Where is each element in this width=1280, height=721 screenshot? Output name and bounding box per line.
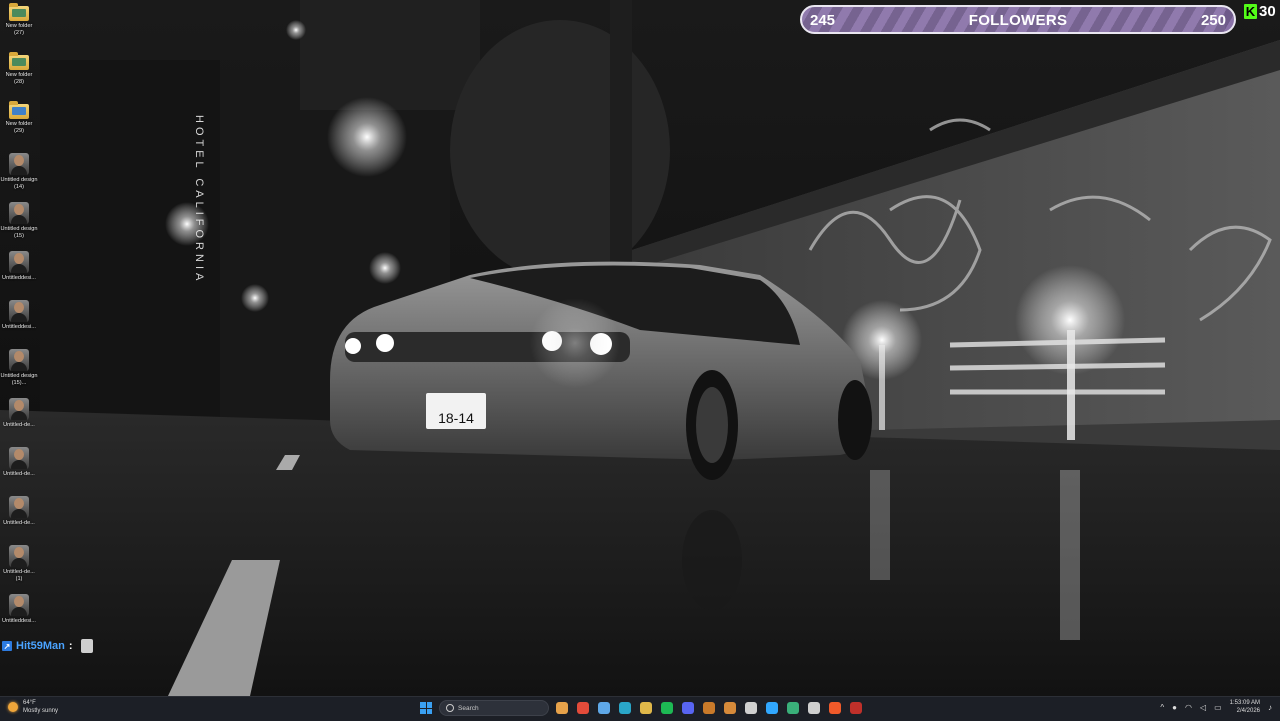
search-placeholder: Search — [458, 704, 479, 712]
desktop-icon[interactable]: Untitled-de... — [0, 494, 38, 527]
portrait-thumbnail-icon — [9, 251, 29, 273]
chat-separator: : — [68, 640, 73, 652]
desktop-icon-label: Untitled design (15)... — [0, 373, 38, 386]
desktop-icon[interactable]: Untitled-de... — [0, 445, 38, 478]
desktop-icon[interactable]: Untitled design (15)... — [0, 347, 38, 387]
follower-goal-bar: 245 FOLLOWERS 250 — [800, 5, 1236, 34]
taskbar-search[interactable]: Search — [439, 700, 549, 716]
kick-logo-icon: K — [1244, 3, 1257, 19]
desktop-wallpaper: HOTEL CALIFORNIA 18-14 — [0, 0, 1280, 696]
portrait-thumbnail-icon — [9, 447, 29, 469]
desktop-icon[interactable]: New folder (27) — [0, 3, 38, 37]
weather-temp: 64°F — [23, 700, 36, 706]
portrait-thumbnail-icon — [9, 153, 29, 175]
desktop-icon-label: New folder (27) — [5, 23, 33, 36]
edge-icon[interactable] — [619, 702, 631, 714]
portrait-thumbnail-icon — [9, 594, 29, 616]
brave-icon[interactable] — [829, 702, 841, 714]
kick-viewer-counter: K 30 — [1244, 2, 1276, 20]
chat-emote-icon — [80, 639, 93, 653]
system-tray: ^ ● ◠ ◁ ▭ 1:53:09 AM 2/4/2026 ♪ — [1160, 699, 1272, 715]
desktop-icon[interactable]: New folder (29) — [0, 101, 38, 135]
microphone-icon[interactable]: ● — [1172, 703, 1177, 712]
app-icon[interactable] — [703, 702, 715, 714]
chat-message: ↗ Hit59Man : — [2, 638, 93, 654]
app-icon[interactable] — [724, 702, 736, 714]
clock-time: 1:53:09 AM — [1229, 700, 1260, 706]
portrait-thumbnail-icon — [9, 496, 29, 518]
desktop-icon[interactable]: Untitled design (15) — [0, 200, 38, 240]
notification-bell-icon[interactable]: ♪ — [1268, 703, 1272, 712]
desktop-icon[interactable]: Untitled-de... (1) — [0, 543, 38, 583]
clock-date: 2/4/2026 — [1236, 708, 1260, 714]
taskbar-clock[interactable]: 1:53:09 AM 2/4/2026 — [1230, 699, 1260, 715]
desktop-icon[interactable]: New folder (28) — [0, 52, 38, 86]
desktop-icon-label: Untitleddesi... — [2, 618, 36, 624]
github-icon[interactable] — [745, 702, 757, 714]
folder-icon — [9, 52, 29, 70]
portrait-thumbnail-icon — [9, 545, 29, 567]
file-explorer-icon[interactable] — [598, 702, 610, 714]
chat-badge-icon: ↗ — [2, 641, 12, 651]
app-icon[interactable] — [787, 702, 799, 714]
wallpaper-scene: HOTEL CALIFORNIA 18-14 — [0, 0, 1280, 696]
follower-goal-label: FOLLOWERS — [968, 12, 1068, 29]
widget-icon[interactable] — [556, 702, 568, 714]
sun-icon — [8, 702, 18, 712]
discord-icon[interactable] — [682, 702, 694, 714]
license-plate-text: 18-14 — [438, 410, 474, 426]
folder-icon — [9, 3, 29, 21]
desktop-icon-label: Untitled-de... — [3, 520, 35, 526]
desktop-icon-label: Untitled-de... — [3, 422, 35, 428]
desktop-icon[interactable]: Untitled design (14) — [0, 151, 38, 191]
desktop-icon-label: Untitled design (14) — [0, 177, 38, 190]
follower-goal-target: 250 — [1200, 12, 1226, 29]
desktop-icon-label: Untitled design (15) — [0, 226, 38, 239]
portrait-thumbnail-icon — [9, 398, 29, 420]
chevron-up-icon[interactable]: ^ — [1160, 703, 1164, 712]
terminal-icon[interactable] — [808, 702, 820, 714]
desktop-icon[interactable]: Untitleddesi... — [0, 298, 38, 331]
taskbar: 64°F Mostly sunny Search ^ ● ◠ ◁ ▭ 1:53:… — [0, 696, 1280, 721]
weather-condition: Mostly sunny — [23, 708, 59, 714]
desktop-icon[interactable]: Untitleddesi... — [0, 249, 38, 282]
desktop-icon-label: Untitleddesi... — [2, 324, 36, 330]
folder-icon[interactable] — [640, 702, 652, 714]
desktop-icon[interactable]: Untitleddesi... — [0, 592, 38, 625]
portrait-thumbnail-icon — [9, 202, 29, 224]
record-icon[interactable] — [850, 702, 862, 714]
pinned-apps — [556, 702, 862, 714]
desktop-icon[interactable]: Untitled-de... — [0, 396, 38, 429]
desktop-icon-label: New folder (28) — [5, 72, 33, 85]
spotify-icon[interactable] — [661, 702, 673, 714]
kick-count: 30 — [1259, 2, 1276, 20]
volume-icon[interactable]: ◁ — [1200, 703, 1206, 712]
hotel-sign-text: HOTEL CALIFORNIA — [193, 115, 205, 284]
folder-icon — [9, 101, 29, 119]
portrait-thumbnail-icon — [9, 300, 29, 322]
desktop-icon-label: Untitled-de... (1) — [3, 569, 35, 582]
weather-widget[interactable]: 64°F Mostly sunny — [8, 699, 58, 715]
desktop-icon-label: Untitleddesi... — [2, 275, 36, 281]
chrome-icon[interactable] — [577, 702, 589, 714]
windows-start-icon[interactable] — [420, 702, 432, 714]
photoshop-icon[interactable] — [766, 702, 778, 714]
desktop-icon-label: Untitled-de... — [3, 471, 35, 477]
taskbar-center: Search — [420, 700, 862, 716]
search-icon — [446, 704, 454, 712]
desktop-icon-label: New folder (29) — [5, 121, 33, 134]
wifi-icon[interactable]: ◠ — [1185, 703, 1192, 712]
chat-username[interactable]: Hit59Man — [16, 640, 65, 652]
battery-icon[interactable]: ▭ — [1214, 703, 1222, 712]
portrait-thumbnail-icon — [9, 349, 29, 371]
